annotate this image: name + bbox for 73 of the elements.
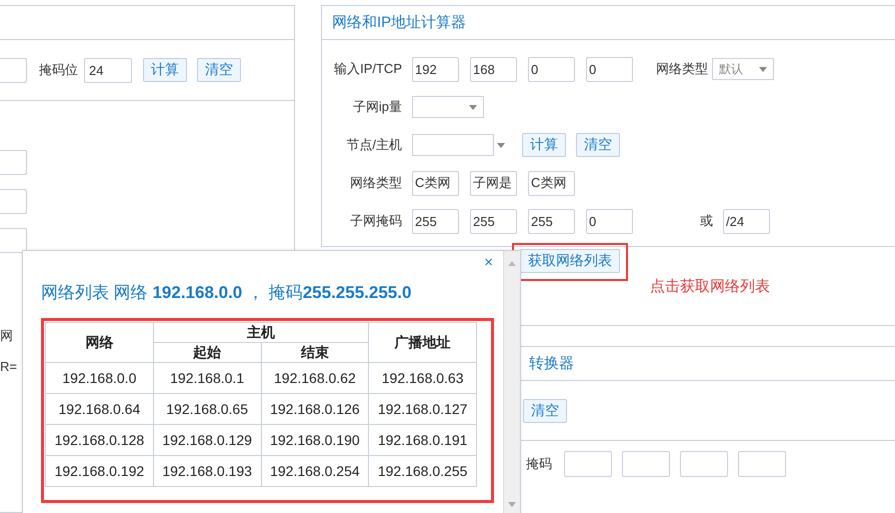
field-label: 网络类型 [656, 60, 708, 78]
column-header: 结束 [261, 342, 369, 362]
field-label: R= [0, 359, 17, 374]
button[interactable]: 获取网络列表 [520, 249, 620, 273]
button[interactable]: 清空 [576, 133, 620, 157]
scroll-up-icon[interactable] [508, 261, 516, 266]
table-cell: 192.168.0.254 [261, 456, 369, 486]
input-field[interactable] [0, 228, 27, 253]
caret-icon [497, 142, 505, 148]
input-field[interactable]: /24 [723, 208, 770, 234]
table-cell: 192.168.0.190 [261, 424, 369, 456]
input-field[interactable]: 0 [586, 56, 633, 82]
input-field[interactable]: 0 [586, 208, 633, 234]
input-field[interactable]: 192 [412, 56, 459, 82]
field-label: 或 [700, 212, 713, 230]
table-cell: 192.168.0.64 [46, 394, 154, 424]
input-field[interactable] [738, 451, 786, 477]
input-field[interactable] [0, 150, 27, 175]
caret-icon [759, 66, 767, 72]
input-field[interactable] [0, 58, 27, 82]
field-label: 节点/主机 [345, 136, 402, 154]
dropdown[interactable] [412, 96, 484, 118]
table-cell: 192.168.0.193 [153, 456, 261, 486]
dropdown-value: 默认 [719, 60, 743, 78]
column-header: 广播地址 [368, 322, 476, 362]
table-cell: 192.168.0.255 [368, 456, 476, 486]
input-field[interactable]: C类网 [528, 170, 575, 196]
table-cell: 192.168.0.62 [261, 362, 369, 394]
button[interactable]: 计算 [143, 58, 187, 82]
input-field[interactable] [0, 189, 27, 214]
table-cell: 192.168.0.192 [46, 456, 154, 486]
field-label: 输入IP/TCP [333, 60, 402, 78]
table-cell: 192.168.0.126 [261, 394, 369, 424]
table-cell: 192.168.0.0 [46, 362, 154, 394]
field-label: 子网掩码 [349, 212, 402, 230]
input-field[interactable]: 255 [528, 208, 575, 234]
input-field[interactable]: 24 [84, 58, 132, 82]
table-cell: 192.168.0.65 [153, 394, 261, 424]
button[interactable]: 清空 [523, 398, 567, 422]
field-label: 网络类型 [349, 174, 402, 192]
table-cell: 192.168.0.129 [153, 424, 261, 456]
table-cell: 192.168.0.63 [368, 362, 476, 394]
field-label: 掩码位 [39, 61, 78, 79]
table-cell: 192.168.0.127 [368, 394, 476, 424]
close-button[interactable]: × [484, 255, 493, 271]
field-label: 掩码 [526, 455, 552, 473]
input-field[interactable]: 0 [528, 56, 575, 82]
input-field[interactable]: C类网 [412, 170, 459, 196]
field-label: 子网ip量 [352, 98, 402, 116]
button[interactable]: 计算 [522, 133, 566, 157]
input-field[interactable] [622, 451, 670, 477]
field-label: 网 [0, 327, 13, 345]
input-field[interactable]: 子网是 [470, 170, 517, 196]
input-field[interactable] [564, 451, 612, 477]
column-header: 主机 [153, 322, 369, 342]
input-field[interactable] [680, 451, 728, 477]
dialog-title: 网络列表 网络 192.168.0.0 ， 掩码255.255.255.0 [41, 282, 412, 304]
hint-text: 点击获取网络列表 [650, 277, 770, 296]
table-cell: 192.168.0.128 [46, 424, 154, 456]
panel-title: 网络和IP地址计算器 [331, 13, 466, 32]
caret-icon [469, 104, 477, 110]
scrollbar[interactable] [503, 251, 520, 513]
input-field[interactable]: 255 [412, 208, 459, 234]
panel-title: 转换器 [529, 354, 574, 373]
input-field[interactable]: 255 [470, 208, 517, 234]
table-cell: 192.168.0.1 [153, 362, 261, 394]
dropdown[interactable]: 默认 [712, 58, 774, 80]
table-cell: 192.168.0.191 [368, 424, 476, 456]
button[interactable]: 清空 [197, 58, 241, 82]
column-header: 起始 [153, 342, 261, 362]
input-field[interactable]: 168 [470, 56, 517, 82]
column-header: 网络 [46, 322, 154, 362]
scroll-down-icon[interactable] [508, 502, 516, 507]
